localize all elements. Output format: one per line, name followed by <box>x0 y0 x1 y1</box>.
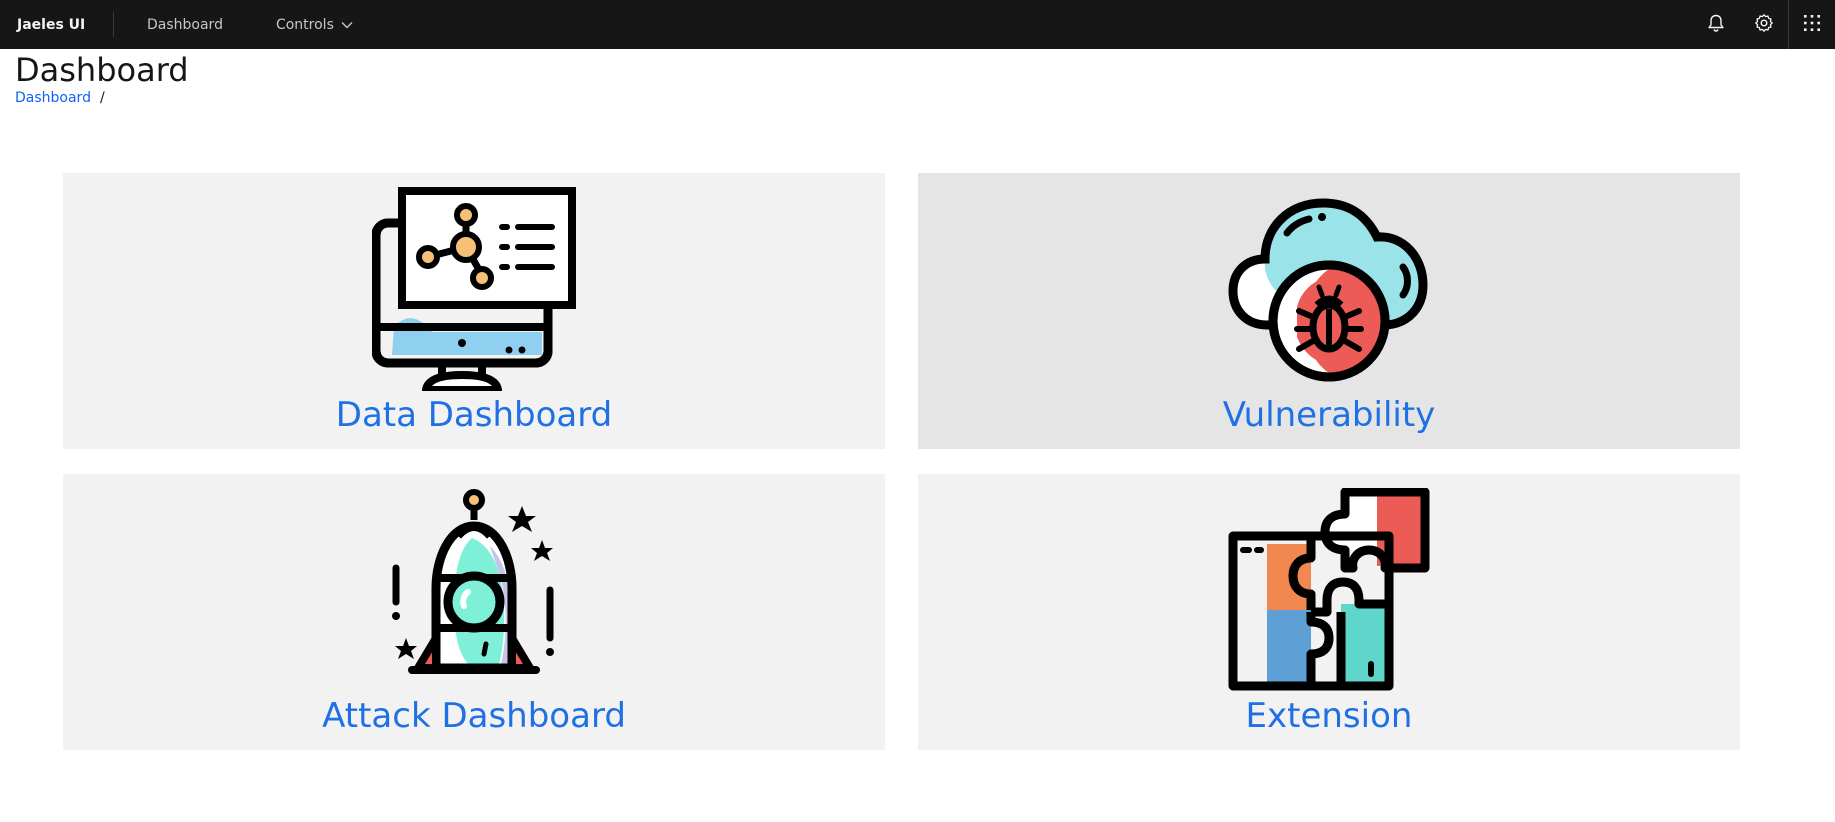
nav-controls[interactable]: Controls <box>276 17 353 33</box>
tile-vulnerability-label: Vulnerability <box>1222 395 1436 435</box>
page-title: Dashboard <box>15 51 189 89</box>
tile-data-dashboard-label: Data Dashboard <box>335 395 613 435</box>
header-divider <box>113 12 114 37</box>
breadcrumb-item-dashboard[interactable]: Dashboard <box>15 90 91 106</box>
cloud-bug-icon <box>1228 198 1428 382</box>
settings-icon <box>1754 13 1774 37</box>
tile-extension[interactable]: Extension <box>918 474 1740 750</box>
top-nav-bar: Jaeles UI Dashboard Controls <box>0 0 1835 49</box>
tile-data-dashboard[interactable]: Data Dashboard <box>63 173 885 449</box>
notification-button[interactable] <box>1692 0 1740 49</box>
settings-button[interactable] <box>1740 0 1788 49</box>
chevron-down-icon <box>341 17 353 33</box>
tile-vulnerability[interactable]: Vulnerability <box>918 173 1740 449</box>
brand-name[interactable]: Jaeles UI <box>0 17 113 33</box>
monitor-network-icon <box>372 187 576 391</box>
app-switcher-icon <box>1803 14 1821 36</box>
nav-dashboard-label: Dashboard <box>147 16 223 33</box>
rocket-icon <box>392 489 554 674</box>
tile-extension-label: Extension <box>1245 696 1413 736</box>
tile-attack-dashboard[interactable]: Attack Dashboard <box>63 474 885 750</box>
breadcrumb-separator: / <box>99 90 105 106</box>
notification-icon <box>1706 13 1726 37</box>
app-switcher-button[interactable] <box>1788 0 1835 49</box>
nav-dashboard[interactable]: Dashboard <box>147 17 223 33</box>
nav-controls-label: Controls <box>275 16 334 33</box>
breadcrumb: Dashboard / <box>15 90 105 106</box>
header-actions <box>1692 0 1835 49</box>
puzzle-icon <box>1228 488 1430 691</box>
tile-attack-dashboard-label: Attack Dashboard <box>322 696 626 736</box>
